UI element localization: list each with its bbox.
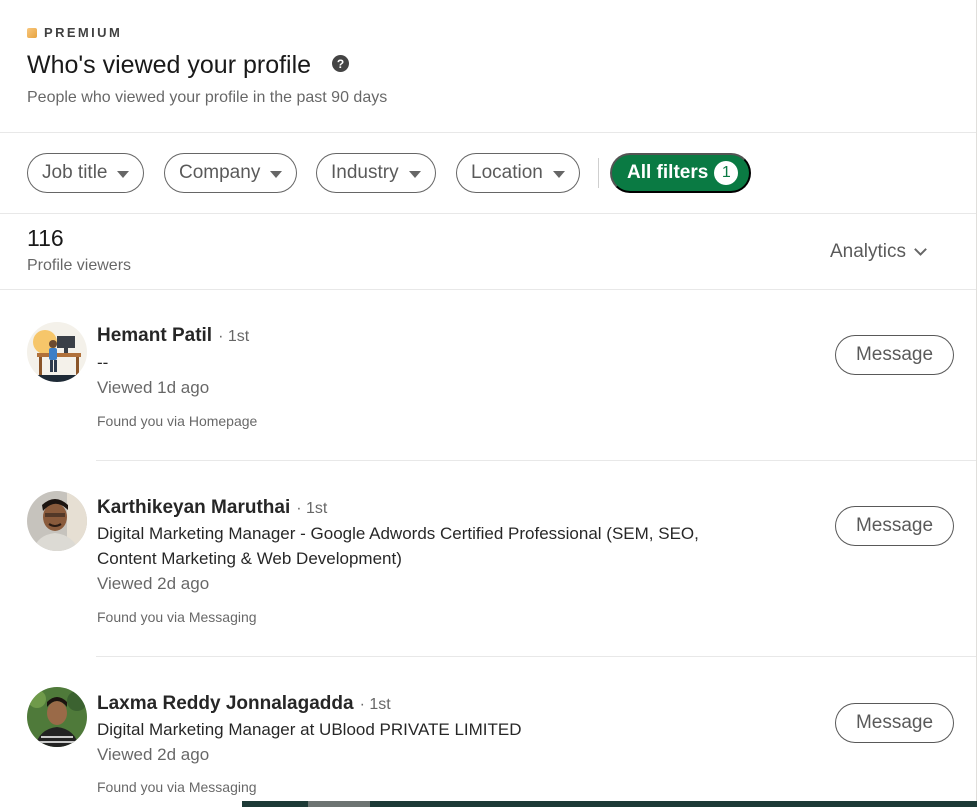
analytics-toggle[interactable]: Analytics <box>830 241 927 263</box>
found-via: Found you via Messaging <box>97 779 257 795</box>
bottom-bar <box>242 801 977 807</box>
viewer-count: 116 <box>27 225 64 251</box>
found-via: Found you via Homepage <box>97 413 258 429</box>
filter-label: Industry <box>331 162 399 183</box>
viewed-time: Viewed 2d ago <box>97 574 210 593</box>
filter-company-button[interactable]: Company <box>164 153 298 193</box>
avatar[interactable] <box>27 322 87 382</box>
filter-label: Company <box>179 162 261 183</box>
message-button[interactable]: Message <box>835 335 954 375</box>
profile-photo-icon <box>27 491 87 551</box>
viewer-name-line: Laxma Reddy Jonnalagadda · 1st <box>97 693 391 715</box>
viewer-count-label: Profile viewers <box>27 257 132 274</box>
filter-count-badge: 1 <box>714 161 739 185</box>
viewer-headline: Digital Marketing Manager - Google Adwor… <box>97 524 699 568</box>
page-header: PREMIUM Who's viewed your profile ? Peop… <box>0 0 976 133</box>
viewer-stats: 116 Profile viewers Analytics <box>0 214 976 290</box>
bottom-bar-segment <box>308 801 370 807</box>
all-filters-label: All filters <box>627 162 709 183</box>
filter-label: Location <box>471 162 543 183</box>
person-at-desk-illustration-icon <box>27 322 87 382</box>
filter-divider <box>598 158 599 188</box>
viewer-name[interactable]: Hemant Patil <box>97 325 212 347</box>
avatar[interactable] <box>27 491 87 551</box>
viewer-row: Hemant Patil · 1st -- Viewed 1d ago Foun… <box>0 290 976 461</box>
message-button[interactable]: Message <box>835 703 954 743</box>
viewed-time: Viewed 2d ago <box>97 745 210 764</box>
viewer-row: Laxma Reddy Jonnalagadda · 1st Digital M… <box>0 657 976 801</box>
filter-location-button[interactable]: Location <box>456 153 580 193</box>
premium-label: PREMIUM <box>44 25 123 40</box>
premium-icon <box>27 27 37 38</box>
caret-down-icon <box>408 170 421 178</box>
caret-down-icon <box>270 170 283 178</box>
profile-viewers-page: PREMIUM Who's viewed your profile ? Peop… <box>0 0 977 807</box>
all-filters-button[interactable]: All filters 1 <box>610 153 751 193</box>
profile-photo-icon <box>27 687 87 747</box>
help-icon[interactable]: ? <box>332 55 350 72</box>
analytics-label: Analytics <box>830 241 907 262</box>
filter-job-title-button[interactable]: Job title <box>27 153 145 193</box>
viewer-headline: -- <box>97 353 109 372</box>
connection-degree: · 1st <box>218 328 250 345</box>
chevron-down-icon <box>914 242 927 256</box>
page-subtitle: People who viewed your profile in the pa… <box>27 89 388 106</box>
found-via: Found you via Messaging <box>97 609 257 625</box>
viewer-name[interactable]: Karthikeyan Maruthai <box>97 497 290 519</box>
viewer-headline: Digital Marketing Manager at UBlood PRIV… <box>97 720 522 739</box>
connection-degree: · 1st <box>359 696 391 713</box>
viewer-row: Karthikeyan Maruthai · 1st Digital Marke… <box>0 461 976 657</box>
title-row: Who's viewed your profile ? <box>27 51 350 80</box>
caret-down-icon <box>117 170 130 178</box>
viewer-name-line: Karthikeyan Maruthai · 1st <box>97 497 327 519</box>
filter-industry-button[interactable]: Industry <box>316 153 436 193</box>
viewer-name-line: Hemant Patil · 1st <box>97 325 249 347</box>
caret-down-icon <box>552 170 565 178</box>
message-button[interactable]: Message <box>835 506 954 546</box>
filter-label: Job title <box>42 162 108 183</box>
page-title: Who's viewed your profile <box>27 51 312 79</box>
premium-tag: PREMIUM <box>27 25 122 40</box>
avatar[interactable] <box>27 687 87 747</box>
viewer-name[interactable]: Laxma Reddy Jonnalagadda <box>97 693 354 715</box>
filter-bar: Job title Company Industry Location All … <box>0 133 976 214</box>
connection-degree: · 1st <box>296 500 328 517</box>
viewed-time: Viewed 1d ago <box>97 378 210 397</box>
